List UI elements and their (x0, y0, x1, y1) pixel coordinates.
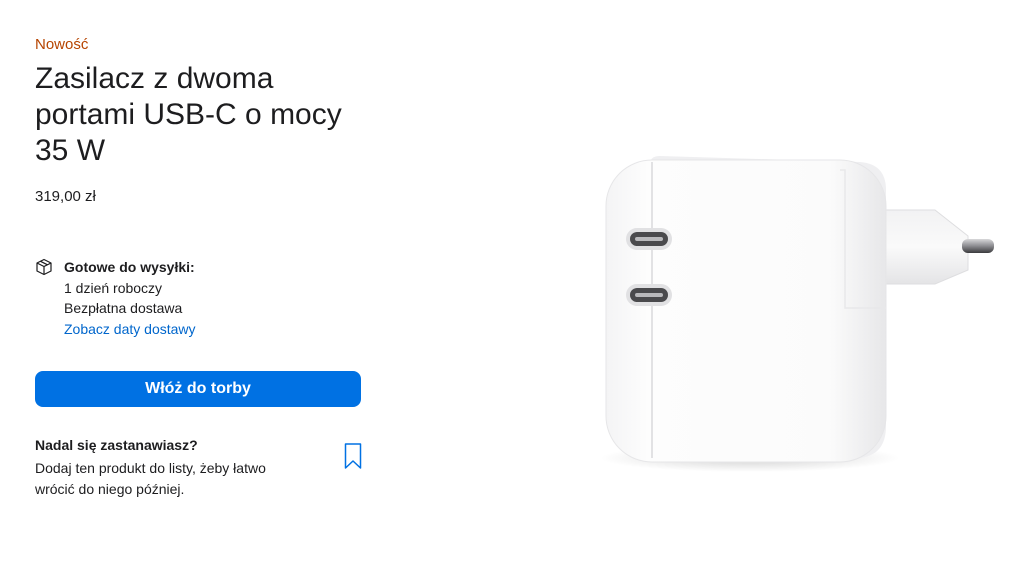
new-badge: Nowość (35, 36, 89, 53)
add-to-bag-button[interactable]: Włóż do torby (35, 371, 361, 407)
product-price: 319,00 zł (35, 188, 96, 205)
product-image (590, 140, 1010, 480)
shipping-text: Gotowe do wysyłki: 1 dzień roboczy Bezpł… (64, 257, 196, 339)
save-heading: Nadal się zastanawiasz? (35, 437, 198, 453)
product-title: Zasilacz z dwoma portami USB-C o mocy 35… (35, 62, 342, 167)
save-description: Dodaj ten produkt do listy, żeby łatwo w… (35, 460, 266, 497)
shipping-heading: Gotowe do wysyłki: (64, 259, 195, 275)
shipping-time: 1 dzień roboczy (64, 279, 163, 296)
delivery-dates-link[interactable]: Zobacz daty dostawy (64, 319, 196, 340)
bookmark-icon[interactable] (343, 442, 363, 470)
box-icon (35, 258, 53, 276)
shipping-cost: Bezpłatna dostawa (64, 300, 183, 316)
